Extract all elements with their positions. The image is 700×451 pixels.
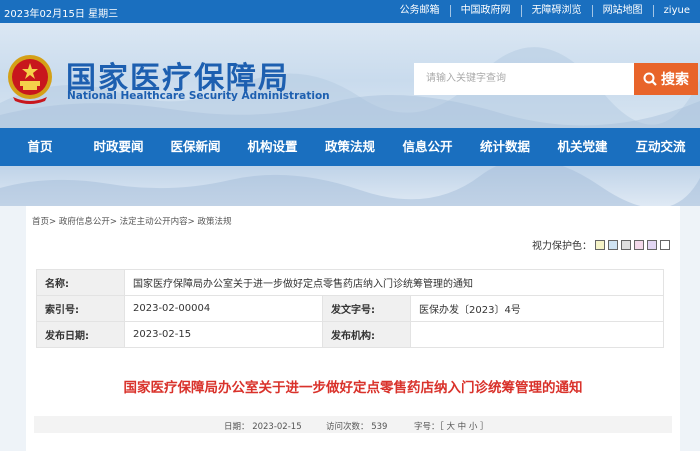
top-links: 公务邮箱 中国政府网 无障碍浏览 网站地图 ziyue: [390, 5, 700, 17]
search-input[interactable]: 请输入关键字查询: [414, 63, 634, 95]
pubdate-label: 发布日期:: [36, 321, 125, 348]
link-gov[interactable]: 中国政府网: [449, 5, 521, 17]
index-value: 2023-02-00004: [124, 295, 323, 322]
main-content: 首页> 政府信息公开> 法定主动公开内容> 政策法规 视力保护色： 名称: 国家…: [26, 206, 680, 451]
decorative-band: [0, 166, 700, 206]
org-value: [410, 321, 664, 348]
color-swatch-blue[interactable]: [608, 239, 618, 250]
view-count: 访问次数： 539: [326, 422, 388, 432]
color-swatch-purple[interactable]: [647, 239, 657, 250]
font-size-control[interactable]: 字号：［ 大 中 小 ］: [414, 420, 489, 432]
document-info-bar: 日期： 2023-02-15 访问次数： 539 字号：［ 大 中 小 ］: [34, 416, 672, 433]
nav-statistics[interactable]: 统计数据: [466, 128, 544, 166]
docno-label: 发文字号:: [322, 295, 411, 322]
search-button[interactable]: 搜索: [634, 63, 698, 95]
table-row: 名称: 国家医疗保障局办公室关于进一步做好定点零售药店纳入门诊统筹管理的通知: [36, 269, 664, 296]
nav-medical-news[interactable]: 医保新闻: [157, 128, 234, 166]
mountain-band-image: [0, 166, 700, 206]
color-swatch-white[interactable]: [660, 239, 670, 250]
national-emblem-icon: [8, 55, 52, 104]
link-accessibility[interactable]: 无障碍浏览: [520, 5, 592, 17]
nav-interaction[interactable]: 互动交流: [621, 128, 700, 166]
current-date: 2023年02月15日 星期三: [4, 9, 119, 20]
link-mail[interactable]: 公务邮箱: [390, 5, 450, 17]
nav-organization[interactable]: 机构设置: [234, 128, 311, 166]
link-sitemap[interactable]: 网站地图: [591, 5, 653, 17]
name-label: 名称:: [36, 269, 125, 296]
name-value: 国家医疗保障局办公室关于进一步做好定点零售药店纳入门诊统筹管理的通知: [124, 269, 664, 296]
nav-disclosure[interactable]: 信息公开: [389, 128, 466, 166]
index-label: 索引号:: [36, 295, 125, 322]
nav-policies[interactable]: 政策法规: [311, 128, 389, 166]
docno-value: 医保办发〔2023〕4号: [410, 295, 664, 322]
vision-protection: 视力保护色：: [532, 237, 670, 252]
vision-label: 视力保护色：: [532, 241, 592, 252]
nav-party[interactable]: 机关党建: [544, 128, 621, 166]
pubdate-value: 2023-02-15: [124, 321, 323, 348]
document-title: 国家医疗保障局办公室关于进一步做好定点零售药店纳入门诊统筹管理的通知: [123, 380, 583, 396]
table-row: 发布日期: 2023-02-15 发布机构:: [36, 321, 664, 348]
org-label: 发布机构:: [322, 321, 411, 348]
color-swatch-gray[interactable]: [621, 239, 631, 250]
top-bar: 2023年02月15日 星期三 公务邮箱 中国政府网 无障碍浏览 网站地图 zi…: [0, 0, 700, 23]
site-title-en: National Healthcare Security Administrat…: [67, 90, 330, 102]
link-ziyue[interactable]: ziyue: [652, 5, 700, 17]
search-icon: [643, 72, 657, 86]
nav-home[interactable]: 首页: [0, 128, 80, 166]
breadcrumb[interactable]: 首页> 政府信息公开> 法定主动公开内容> 政策法规: [32, 215, 231, 227]
publish-date: 日期： 2023-02-15: [224, 422, 302, 432]
search-button-label: 搜索: [661, 72, 689, 88]
color-swatch-pink[interactable]: [634, 239, 644, 250]
document-metadata-table: 名称: 国家医疗保障局办公室关于进一步做好定点零售药店纳入门诊统筹管理的通知 索…: [36, 269, 664, 348]
table-row: 索引号: 2023-02-00004 发文字号: 医保办发〔2023〕4号: [36, 295, 664, 322]
main-nav: 首页 时政要闻 医保新闻 机构设置 政策法规 信息公开 统计数据 机关党建 互动…: [0, 128, 700, 166]
color-swatch-yellow[interactable]: [595, 239, 605, 250]
nav-news[interactable]: 时政要闻: [80, 128, 157, 166]
site-header: 国家医疗保障局 National Healthcare Security Adm…: [0, 23, 700, 128]
